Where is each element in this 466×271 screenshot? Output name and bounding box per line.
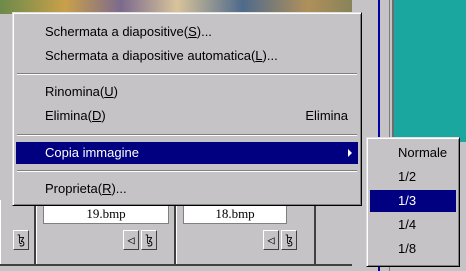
menu-item-label: Elimina( [45, 108, 92, 123]
menu-item-delete[interactable]: Elimina(D) Elimina [16, 105, 358, 127]
submenu-item-eighth[interactable]: 1/8 [370, 238, 456, 260]
tag-icon[interactable]: ɮ [13, 230, 29, 250]
thumbnail-filename: 18.bmp [183, 204, 287, 224]
submenu-item-quarter[interactable]: 1/4 [370, 214, 456, 236]
menu-item-label: Schermata a diapositive( [45, 24, 189, 39]
menu-item-mnemonic: U [104, 84, 114, 99]
menu-item-suffix: )... [196, 24, 212, 39]
menu-item-auto-slideshow[interactable]: Schermata a diapositive automatica(L)... [16, 45, 358, 67]
preview-pane [392, 0, 466, 142]
thumbnail-filename: 19.bmp [43, 204, 169, 224]
thumbnail-card[interactable]: 19.bmp ◁ ɮ [36, 200, 176, 271]
menu-item-label: Rinomina( [45, 84, 105, 99]
menu-item-suffix: ) [101, 108, 106, 123]
submenu-item-half[interactable]: 1/2 [370, 166, 456, 188]
menu-item-properties[interactable]: Proprieta(R)... [16, 178, 358, 200]
thumbnail-card[interactable]: 18.bmp ◁ ɮ [176, 200, 316, 271]
speaker-icon[interactable]: ◁ [123, 230, 139, 250]
tag-icon[interactable]: ɮ [281, 230, 297, 250]
thumbnail-area: ɮ 19.bmp ◁ ɮ 18.bmp ◁ ɮ [0, 200, 352, 271]
tag-icon[interactable]: ɮ [141, 230, 157, 250]
menu-item-mnemonic: S [188, 24, 197, 39]
menu-separator [17, 73, 357, 75]
menu-item-label: Copia immagine [45, 145, 139, 160]
menu-item-suffix: ) [113, 84, 118, 99]
menu-item-label: Schermata a diapositive automatica( [45, 48, 256, 63]
copy-image-submenu: Normale 1/2 1/3 1/4 1/8 [366, 137, 460, 267]
thumbnail-row-divider [0, 264, 352, 271]
menu-item-shortcut: Elimina [305, 108, 348, 123]
menu-item-copy-image[interactable]: Copia immagine [16, 142, 358, 164]
speaker-icon[interactable]: ◁ [263, 230, 279, 250]
context-menu: Schermata a diapositive(S)... Schermata … [12, 12, 362, 206]
submenu-item-third[interactable]: 1/3 [370, 190, 456, 212]
menu-item-suffix: )... [111, 181, 127, 196]
menu-separator [17, 170, 357, 172]
thumbnail-card[interactable]: ɮ [0, 200, 36, 271]
menu-item-label: Proprieta( [45, 181, 103, 196]
menu-item-suffix: )... [262, 48, 278, 63]
menu-item-slideshow[interactable]: Schermata a diapositive(S)... [16, 21, 358, 43]
submenu-arrow-icon [348, 149, 352, 157]
submenu-item-normal[interactable]: Normale [370, 142, 456, 164]
menu-item-mnemonic: L [255, 48, 263, 63]
menu-item-rename[interactable]: Rinomina(U) [16, 81, 358, 103]
menu-separator [17, 134, 357, 136]
menu-item-mnemonic: D [91, 108, 102, 123]
